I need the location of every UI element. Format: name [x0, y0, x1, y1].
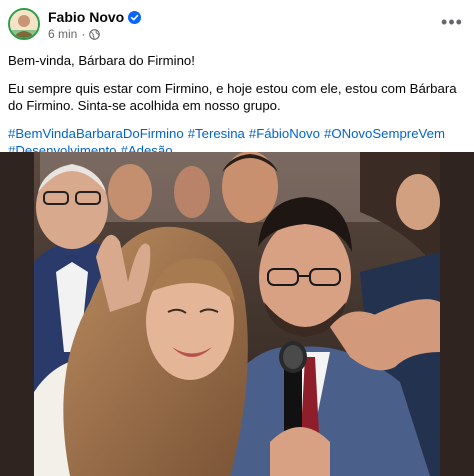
more-options-glyph: •••	[441, 12, 463, 32]
hashtag-link[interactable]: #BemVindaBarbaraDoFirmino	[8, 126, 184, 141]
post-paragraph: Eu sempre quis estar com Firmino, e hoje…	[8, 80, 457, 114]
hashtag-link[interactable]: #ONovoSempreVem	[324, 126, 445, 141]
post-timestamp[interactable]: 6 min	[48, 27, 77, 41]
author-avatar[interactable]	[8, 8, 40, 40]
post-body: Bem-vinda, Bárbara do Firmino! Eu sempre…	[8, 52, 466, 160]
author-name[interactable]: Fabio Novo	[48, 9, 124, 25]
meta-separator: ·	[81, 27, 86, 41]
globe-icon	[89, 28, 101, 40]
verified-badge-icon	[128, 10, 142, 24]
post-paragraph: Bem-vinda, Bárbara do Firmino!	[8, 53, 195, 68]
hashtag-link[interactable]: #Teresina	[188, 126, 245, 141]
more-options-icon[interactable]: •••	[440, 10, 464, 34]
hashtag-link[interactable]: #FábioNovo	[249, 126, 320, 141]
post-header: Fabio Novo 6 min · •••	[0, 0, 474, 44]
post-photo[interactable]	[0, 152, 474, 476]
post-photo-illustration	[0, 152, 474, 476]
